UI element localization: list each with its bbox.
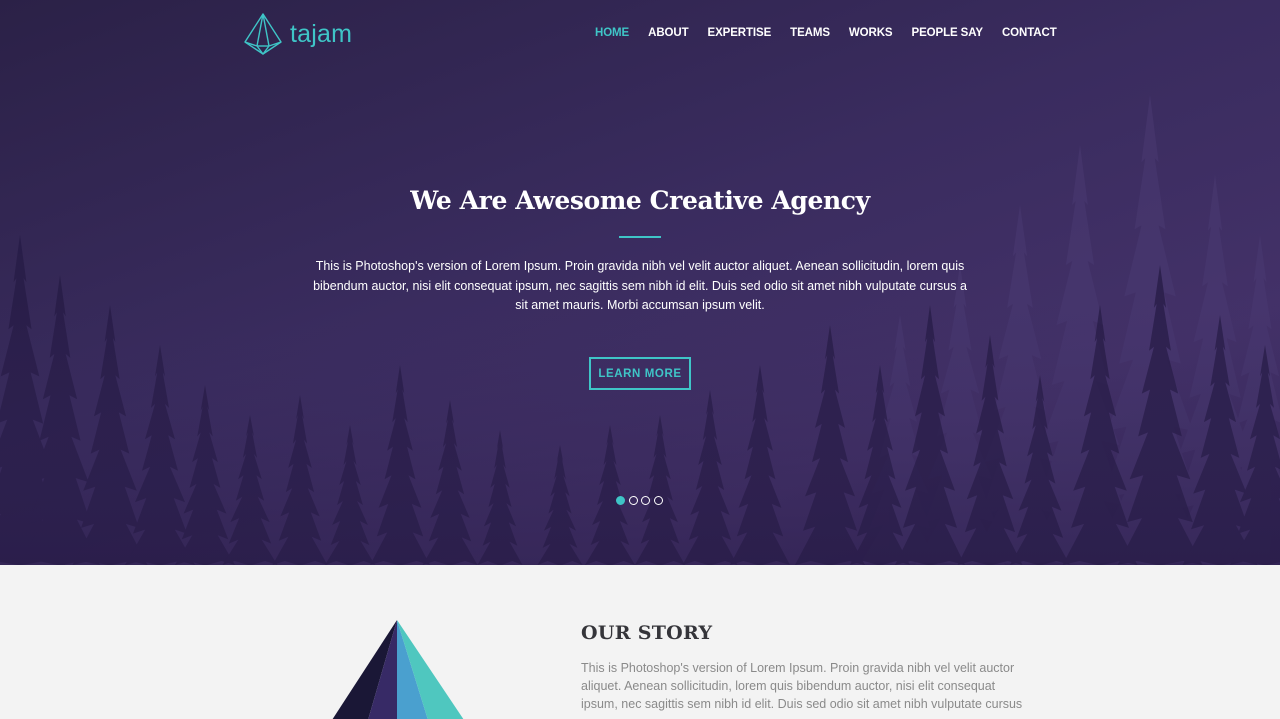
hero-title: We Are Awesome Creative Agency <box>410 186 870 215</box>
our-story-section: OUR STORY This is Photoshop's version of… <box>0 565 1280 719</box>
nav-about[interactable]: ABOUT <box>648 27 688 39</box>
pyramid-icon <box>244 13 282 55</box>
nav-contact[interactable]: CONTACT <box>1002 27 1057 39</box>
nav-teams[interactable]: TEAMS <box>790 27 830 39</box>
brand-name: tajam <box>290 19 353 48</box>
hero-description: This is Photoshop's version of Lorem Ips… <box>313 259 967 312</box>
slider-pagination <box>616 496 666 505</box>
learn-more-button[interactable]: LEARN MORE <box>589 357 691 390</box>
slider-dot-3[interactable] <box>641 496 650 505</box>
nav-works[interactable]: WORKS <box>849 27 893 39</box>
nav-expertise[interactable]: EXPERTISE <box>708 27 772 39</box>
brand-logo[interactable]: tajam <box>243 12 352 56</box>
slider-dot-1[interactable] <box>616 496 625 505</box>
section-title: OUR STORY <box>581 622 713 644</box>
nav-home[interactable]: HOME <box>595 27 629 39</box>
slider-dot-2[interactable] <box>628 496 638 505</box>
pyramid-illustration <box>332 620 464 719</box>
hero-section: tajam HOME ABOUT EXPERTISE TEAMS WORKS P… <box>0 0 1280 565</box>
story-text: This is Photoshop's version of Lorem Ips… <box>581 661 1023 711</box>
nav-people-say[interactable]: PEOPLE SAY <box>912 27 984 39</box>
hero-divider <box>619 236 661 238</box>
main-nav: HOME ABOUT EXPERTISE TEAMS WORKS PEOPLE … <box>595 27 1076 39</box>
slider-dot-4[interactable] <box>653 496 663 505</box>
